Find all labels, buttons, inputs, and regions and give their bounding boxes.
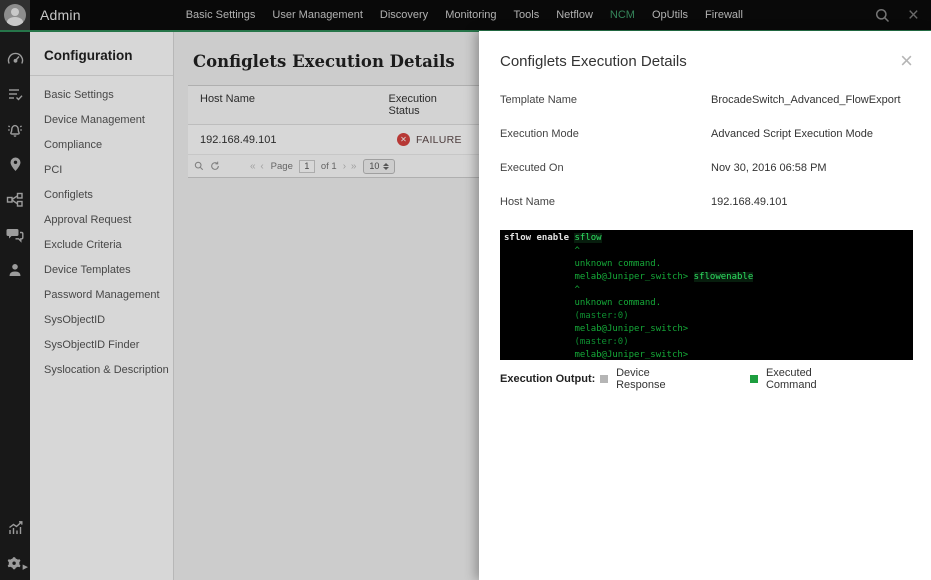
field-value: Advanced Script Execution Mode: [711, 128, 874, 140]
execution-output-terminal: sflow enable sflow ^ unknown command. me…: [500, 230, 913, 360]
legend-text: Device Response: [616, 367, 666, 391]
details-panel: Configlets Execution Details × Template …: [479, 31, 931, 580]
field-template-name: Template Name BrocadeSwitch_Advanced_Flo…: [500, 94, 913, 106]
legend-device-response: Device Response: [600, 367, 698, 391]
field-label: Execution Mode: [500, 128, 579, 140]
device-response-swatch: [600, 375, 609, 383]
terminal-line: melab@Juniper_switch> sflowenable: [504, 272, 754, 282]
terminal-line: sflow enable sflow: [504, 233, 602, 243]
application-window: Admin Basic Settings User Management Dis…: [0, 0, 931, 580]
field-label: Executed On: [500, 162, 564, 174]
terminal-line: unknown command.: [504, 259, 662, 269]
terminal-line: melab@Juniper_switch>: [504, 350, 689, 360]
field-host-name: Host Name 192.168.49.101: [500, 196, 913, 208]
field-executed-on: Executed On Nov 30, 2016 06:58 PM: [500, 162, 913, 174]
field-value: BrocadeSwitch_Advanced_FlowExport: [711, 94, 901, 106]
terminal-line: unknown command.: [504, 298, 662, 308]
field-value: Nov 30, 2016 06:58 PM: [711, 162, 827, 174]
terminal-line: (master:0): [504, 337, 629, 347]
terminal-line: (master:0): [504, 311, 629, 321]
legend-executed-command: Executed Command: [750, 367, 861, 391]
detail-fields: Template Name BrocadeSwitch_Advanced_Flo…: [500, 94, 913, 208]
field-label: Host Name: [500, 196, 556, 208]
executed-command-swatch: [750, 375, 758, 383]
legend-text: Executed Command: [765, 367, 817, 391]
field-execution-mode: Execution Mode Advanced Script Execution…: [500, 128, 913, 140]
terminal-line: melab@Juniper_switch>: [504, 324, 689, 334]
panel-title: Configlets Execution Details: [500, 53, 687, 70]
terminal-line: ^: [504, 285, 580, 295]
field-value: 192.168.49.101: [711, 196, 788, 208]
panel-close-icon[interactable]: ×: [900, 50, 913, 72]
field-label: Template Name: [500, 94, 578, 106]
execution-output-legend: Execution Output: Device Response Execut…: [500, 367, 913, 391]
terminal-line: ^: [504, 246, 580, 256]
legend-title: Execution Output:: [500, 373, 596, 385]
